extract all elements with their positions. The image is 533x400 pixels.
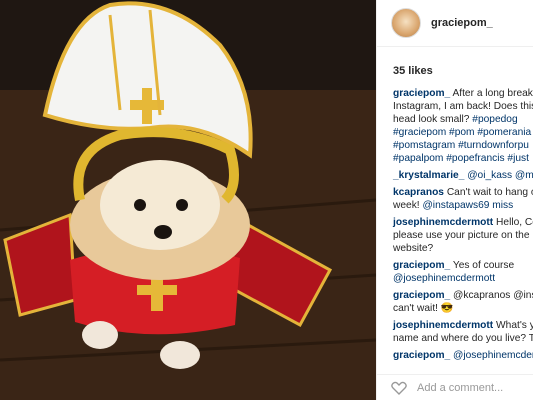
comment-tags[interactable]: @instapaws69 miss <box>422 200 513 211</box>
comment-user[interactable]: josephinemcdermott <box>393 320 493 331</box>
comment-user[interactable]: kcapranos <box>393 187 444 198</box>
comment-text[interactable]: @oi_kass @ma <box>467 170 533 181</box>
likes-count[interactable]: 35 likes <box>377 47 533 87</box>
comment: _krystalmarie_ @oi_kass @ma <box>393 169 533 182</box>
comment-text: Yes of course <box>452 260 515 271</box>
heart-icon[interactable] <box>391 381 407 395</box>
comment: graciepom_ @josephinemcder <box>393 349 533 362</box>
comment: graciepom_ Yes of course @josephinemcder… <box>393 259 533 285</box>
post-photo[interactable] <box>0 0 376 400</box>
pope-dog-image <box>0 0 376 400</box>
comment-user[interactable]: graciepom_ <box>393 350 450 361</box>
comment: kcapranos Can't wait to hang o for a wee… <box>393 186 533 212</box>
post-sidebar: graciepom_ 35 likes graciepom_ After a l… <box>376 0 533 400</box>
avatar[interactable] <box>391 8 421 38</box>
comment-user[interactable]: graciepom_ <box>393 88 450 99</box>
comment-user[interactable]: graciepom_ <box>393 290 450 301</box>
comment-tags[interactable]: @josephinemcdermott <box>393 273 495 284</box>
comment: graciepom_ @kcapranos @inst can't wait! … <box>393 289 533 315</box>
username[interactable]: graciepom_ <box>431 17 493 29</box>
post-header: graciepom_ <box>377 0 533 47</box>
add-comment-input[interactable]: Add a comment... <box>417 382 503 394</box>
comment-text[interactable]: @josephinemcder <box>453 350 533 361</box>
comments-list: graciepom_ After a long break Instagram,… <box>377 87 533 362</box>
add-comment-bar: Add a comment... <box>377 374 533 400</box>
comment-user[interactable]: josephinemcdermott <box>393 217 493 228</box>
comment: josephinemcdermott What's yo name and wh… <box>393 319 533 345</box>
comment-user[interactable]: _krystalmarie_ <box>393 170 464 181</box>
comment: josephinemcdermott Hello, Co please use … <box>393 216 533 255</box>
comment-user[interactable]: graciepom_ <box>393 260 450 271</box>
comment: graciepom_ After a long break Instagram,… <box>393 87 533 165</box>
